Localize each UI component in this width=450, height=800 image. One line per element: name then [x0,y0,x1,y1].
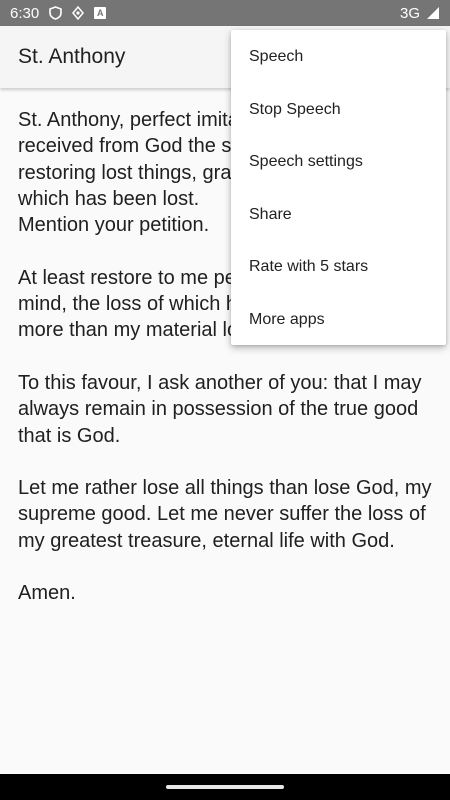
shield-icon [48,6,62,20]
menu-item-speech-settings[interactable]: Speech settings [231,136,446,189]
menu-item-stop-speech[interactable]: Stop Speech [231,84,446,137]
paragraph: Amen. [18,582,76,605]
menu-item-speech[interactable]: Speech [231,31,446,84]
location-icon [71,6,85,20]
paragraph: To this favour, I ask another of you: th… [18,371,422,447]
status-bar: 6:30 A 3G [0,0,450,26]
navigation-bar [0,774,450,800]
menu-item-share[interactable]: Share [231,189,446,242]
page-title: St. Anthony [18,45,126,68]
status-time: 6:30 [10,4,40,22]
signal-icon [426,6,440,20]
menu-item-more-apps[interactable]: More apps [231,294,446,347]
home-gesture-handle[interactable] [166,785,284,789]
text-icon: A [94,7,107,19]
paragraph: Let me rather lose all things than lose … [18,477,432,552]
menu-item-rate[interactable]: Rate with 5 stars [231,241,446,294]
overflow-menu: Speech Stop Speech Speech settings Share… [231,30,446,345]
network-type: 3G [399,4,420,22]
